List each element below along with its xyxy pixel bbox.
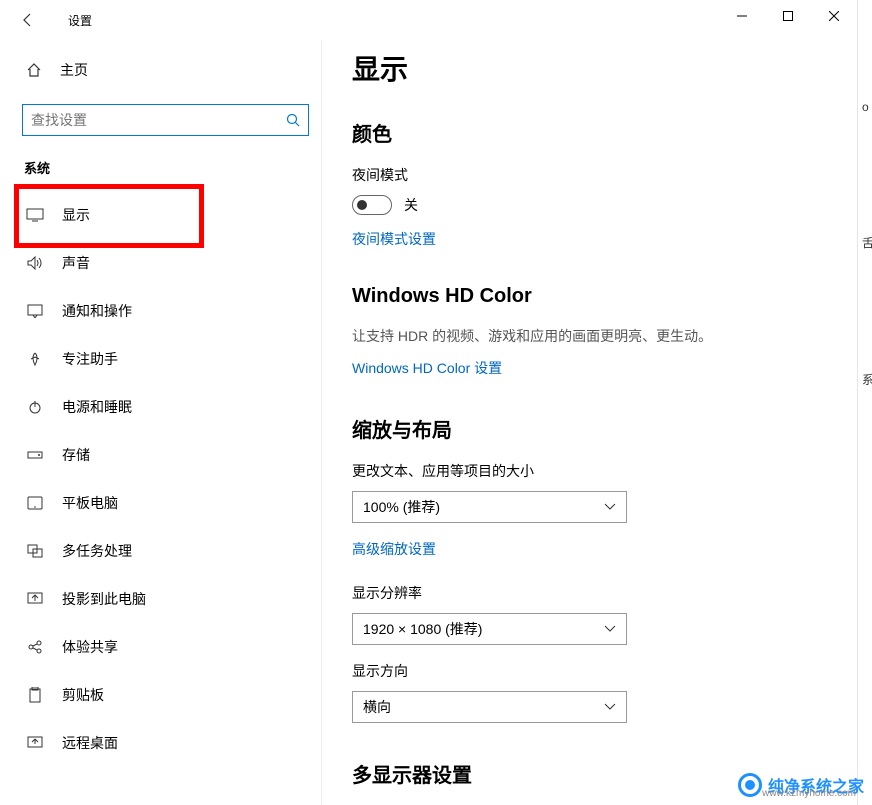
nav-item-tablet[interactable]: 平板电脑 — [22, 479, 321, 527]
search-icon — [286, 113, 300, 127]
clipboard-icon — [26, 687, 44, 703]
edge-decor: o 舌 系 — [862, 100, 872, 508]
night-mode-toggle[interactable] — [352, 195, 392, 215]
nav-label: 多任务处理 — [62, 541, 132, 561]
back-button[interactable] — [8, 0, 48, 40]
focus-icon — [26, 351, 44, 367]
nav-label: 远程桌面 — [62, 733, 118, 753]
toggle-state: 关 — [404, 195, 418, 215]
nav-item-sound[interactable]: 声音 — [22, 239, 321, 287]
nav-item-focus[interactable]: 专注助手 — [22, 335, 321, 383]
orientation-dropdown[interactable]: 横向 — [352, 691, 627, 723]
nav-item-storage[interactable]: 存储 — [22, 431, 321, 479]
content-area: 显示 颜色 夜间模式 关 夜间模式设置 Windows HD Color 让支持… — [322, 40, 857, 805]
remote-icon — [26, 736, 44, 750]
resolution-label: 显示分辨率 — [352, 583, 857, 603]
scale-section-title: 缩放与布局 — [352, 414, 857, 443]
chevron-down-icon — [604, 625, 616, 633]
minimize-button[interactable] — [719, 0, 765, 32]
nav-label: 平板电脑 — [62, 493, 118, 513]
home-icon — [26, 62, 44, 78]
share-icon — [26, 639, 44, 655]
storage-icon — [26, 449, 44, 461]
nav-label: 通知和操作 — [62, 301, 132, 321]
watermark: 纯净系统之家 www.kzmyhome.com — [738, 773, 864, 797]
resolution-dropdown[interactable]: 1920 × 1080 (推荐) — [352, 613, 627, 645]
nav-item-power[interactable]: 电源和睡眠 — [22, 383, 321, 431]
nav-label: 体验共享 — [62, 637, 118, 657]
maximize-button[interactable] — [765, 0, 811, 32]
nav-item-project[interactable]: 投影到此电脑 — [22, 575, 321, 623]
nav-label: 电源和睡眠 — [62, 397, 132, 417]
tablet-icon — [26, 496, 44, 510]
hd-color-description: 让支持 HDR 的视频、游戏和应用的画面更明亮、更生动。 — [352, 326, 857, 346]
section-label: 系统 — [24, 158, 321, 177]
scale-label: 更改文本、应用等项目的大小 — [352, 461, 857, 481]
color-section-title: 颜色 — [352, 118, 857, 147]
nav-item-remote[interactable]: 远程桌面 — [22, 719, 321, 767]
nav-label: 投影到此电脑 — [62, 589, 146, 609]
hd-color-settings-link[interactable]: Windows HD Color 设置 — [352, 358, 502, 378]
sound-icon — [26, 256, 44, 270]
watermark-icon — [738, 773, 762, 797]
scale-dropdown[interactable]: 100% (推荐) — [352, 491, 627, 523]
search-input[interactable] — [31, 112, 300, 128]
sidebar: 主页 系统 显示 声音 通知和操作 — [0, 40, 322, 805]
nav-label: 存储 — [62, 445, 90, 465]
window-title: 设置 — [68, 12, 92, 29]
display-icon — [26, 208, 44, 222]
nav-item-share[interactable]: 体验共享 — [22, 623, 321, 671]
search-box[interactable] — [22, 104, 309, 136]
orientation-label: 显示方向 — [352, 661, 857, 681]
hd-color-title: Windows HD Color — [352, 285, 857, 308]
watermark-url: www.kzmyhome.com — [762, 788, 856, 799]
nav-label: 声音 — [62, 253, 90, 273]
chevron-down-icon — [604, 703, 616, 711]
nav-label: 专注助手 — [62, 349, 118, 369]
resolution-value: 1920 × 1080 (推荐) — [363, 619, 482, 639]
chevron-down-icon — [604, 503, 616, 511]
night-mode-settings-link[interactable]: 夜间模式设置 — [352, 229, 436, 249]
nav-item-clipboard[interactable]: 剪贴板 — [22, 671, 321, 719]
nav-item-notifications[interactable]: 通知和操作 — [22, 287, 321, 335]
nav-item-display[interactable]: 显示 — [22, 191, 321, 239]
home-label: 主页 — [60, 60, 88, 80]
advanced-scale-link[interactable]: 高级缩放设置 — [352, 539, 436, 559]
page-title: 显示 — [352, 48, 857, 88]
close-button[interactable] — [811, 0, 857, 32]
nav-label: 显示 — [62, 205, 90, 225]
nav-item-multitask[interactable]: 多任务处理 — [22, 527, 321, 575]
power-icon — [26, 399, 44, 415]
scale-value: 100% (推荐) — [363, 497, 440, 517]
nav-label: 剪贴板 — [62, 685, 104, 705]
titlebar: 设置 — [0, 0, 857, 40]
orientation-value: 横向 — [363, 697, 391, 717]
notification-icon — [26, 304, 44, 318]
project-icon — [26, 592, 44, 606]
home-link[interactable]: 主页 — [22, 52, 321, 88]
night-mode-label: 夜间模式 — [352, 165, 857, 185]
multitask-icon — [26, 544, 44, 558]
